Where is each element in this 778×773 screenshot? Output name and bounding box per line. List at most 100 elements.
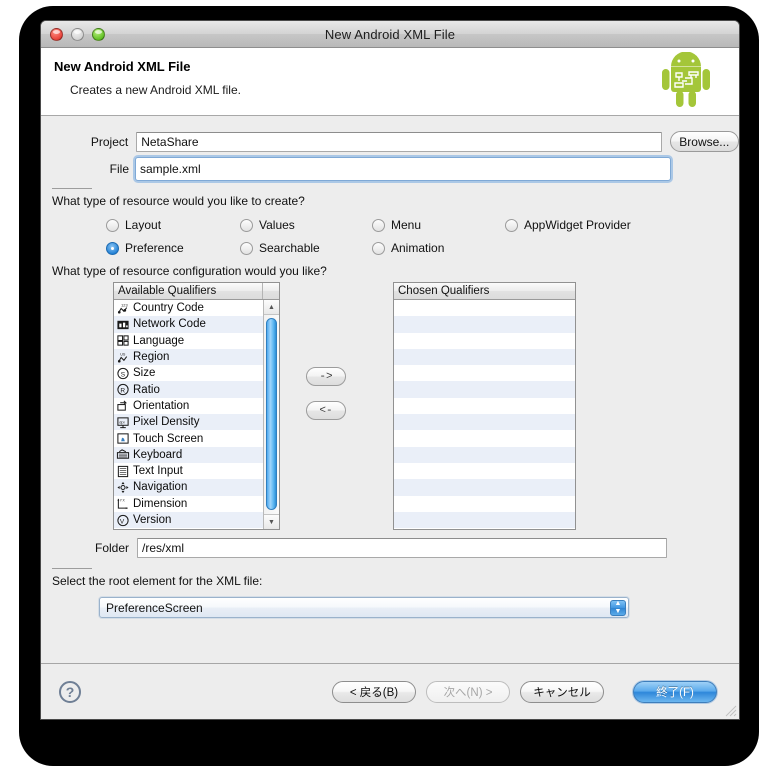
list-item-label: Ratio xyxy=(133,383,160,396)
radio-animation[interactable]: Animation xyxy=(372,241,444,255)
browse-button[interactable]: Browse... xyxy=(669,131,739,152)
project-row: Project NetaShare Browse... xyxy=(41,131,739,152)
list-item[interactable]: Y X Dimension xyxy=(114,496,279,512)
list-item[interactable]: Orientation xyxy=(114,398,279,414)
back-button[interactable]: < 戻る(B) xyxy=(332,680,416,703)
remove-qualifier-button[interactable]: <- xyxy=(306,401,346,420)
radio-values-indicator xyxy=(240,218,253,232)
radio-preference[interactable]: Preference xyxy=(106,241,184,255)
svg-text:123: 123 xyxy=(121,302,127,307)
region-icon: US xyxy=(116,351,130,364)
radio-animation-indicator xyxy=(372,241,385,255)
table-row[interactable] xyxy=(394,479,575,496)
list-item[interactable]: dpi Pixel Density xyxy=(114,414,279,431)
project-label: Project xyxy=(90,134,129,149)
table-row[interactable] xyxy=(394,333,575,349)
radio-appwidget-provider-label: AppWidget Provider xyxy=(524,218,631,232)
window-controls xyxy=(50,27,105,41)
available-qualifiers-header: Available Qualifiers xyxy=(114,283,279,300)
add-qualifier-button[interactable]: -> xyxy=(306,367,346,386)
cancel-button[interactable]: キャンセル xyxy=(520,680,604,703)
file-label: File xyxy=(109,162,129,176)
radio-searchable-label: Searchable xyxy=(259,241,320,255)
radio-searchable-indicator xyxy=(240,241,253,255)
radio-values-label: Values xyxy=(259,218,295,232)
radio-preference-label: Preference xyxy=(125,241,184,255)
table-row[interactable] xyxy=(394,381,575,398)
list-item[interactable]: Language xyxy=(114,333,279,349)
table-row[interactable] xyxy=(394,300,575,316)
chevron-updown-icon[interactable]: ▲ ▼ xyxy=(610,600,626,616)
list-item[interactable]: R Ratio xyxy=(114,381,279,398)
radio-menu-indicator xyxy=(372,218,385,232)
scroll-up-arrow-icon[interactable]: ▲ xyxy=(264,300,279,315)
list-item-label: Dimension xyxy=(133,497,188,510)
resize-grip-icon[interactable] xyxy=(723,703,737,717)
svg-text:V: V xyxy=(120,518,125,525)
list-item[interactable]: Keyboard xyxy=(114,446,279,463)
chosen-qualifiers-header: Chosen Qualifiers xyxy=(394,283,575,300)
window-titlebar: New Android XML File xyxy=(41,21,739,48)
radio-searchable[interactable]: Searchable xyxy=(240,241,320,255)
list-item[interactable]: Navigation xyxy=(114,479,279,496)
zoom-light[interactable] xyxy=(92,27,105,41)
available-qualifiers-scrollbar[interactable]: ▲ ▼ xyxy=(263,300,279,529)
pixel-density-icon: dpi xyxy=(116,416,130,429)
resource-type-question: What type of resource would you like to … xyxy=(52,194,305,208)
radio-animation-label: Animation xyxy=(391,241,445,255)
table-row[interactable] xyxy=(394,496,575,512)
list-item[interactable]: Text Input xyxy=(114,463,279,479)
folder-input[interactable]: /res/xml xyxy=(137,538,667,558)
available-qualifiers-list[interactable]: Available Qualifiers 123 Country Code Netw… xyxy=(113,282,280,530)
table-row[interactable] xyxy=(394,414,575,431)
list-item-label: Touch Screen xyxy=(133,432,204,445)
table-row[interactable] xyxy=(394,511,575,529)
ratio-icon: R xyxy=(116,383,130,396)
list-item-label: Language xyxy=(133,334,185,347)
table-row[interactable] xyxy=(394,430,575,446)
list-item-label: Region xyxy=(133,351,170,364)
list-item[interactable]: Network Code xyxy=(114,316,279,333)
list-item-label: Country Code xyxy=(133,302,204,315)
list-item[interactable]: S Size xyxy=(114,365,279,381)
radio-values[interactable]: Values xyxy=(240,218,295,232)
radio-appwidget-provider[interactable]: AppWidget Provider xyxy=(505,218,631,232)
list-item[interactable]: US Region xyxy=(114,348,279,366)
radio-menu[interactable]: Menu xyxy=(372,218,421,232)
orientation-icon xyxy=(116,399,130,412)
close-light[interactable] xyxy=(50,27,63,41)
list-item[interactable]: 123 Country Code xyxy=(114,300,279,316)
qualifiers-question: What type of resource configuration woul… xyxy=(52,264,327,278)
minimize-light[interactable] xyxy=(71,27,84,41)
wizard-heading: New Android XML File xyxy=(54,59,191,74)
list-item[interactable]: V Version xyxy=(114,511,279,529)
size-icon: S xyxy=(116,367,130,380)
table-row[interactable] xyxy=(394,348,575,366)
file-input[interactable]: sample.xml xyxy=(135,157,671,181)
table-row[interactable] xyxy=(394,316,575,333)
chosen-qualifiers-rows xyxy=(394,300,575,529)
network-code-icon xyxy=(116,318,130,331)
list-item[interactable]: Touch Screen xyxy=(114,430,279,446)
touch-screen-icon xyxy=(116,432,130,445)
finish-button[interactable]: 終了(F) xyxy=(633,680,717,703)
list-item-label: Keyboard xyxy=(133,448,183,461)
list-item-label: Size xyxy=(133,367,156,380)
chosen-qualifiers-list[interactable]: Chosen Qualifiers xyxy=(393,282,576,530)
radio-layout[interactable]: Layout xyxy=(106,218,161,232)
svg-text:US: US xyxy=(120,352,126,356)
list-item-label: Pixel Density xyxy=(133,416,200,429)
project-input[interactable]: NetaShare xyxy=(136,131,662,152)
dialog-body: Project NetaShare Browse... File sample.… xyxy=(41,116,739,663)
version-icon: V xyxy=(116,514,130,527)
scroll-down-arrow-icon[interactable]: ▼ xyxy=(264,514,279,529)
table-row[interactable] xyxy=(394,463,575,479)
help-button[interactable]: ? xyxy=(59,680,81,703)
file-row: File sample.xml xyxy=(41,157,739,181)
table-row[interactable] xyxy=(394,446,575,463)
chosen-qualifiers-header-label: Chosen Qualifiers xyxy=(398,285,490,297)
table-row[interactable] xyxy=(394,365,575,381)
scrollbar-thumb[interactable] xyxy=(266,318,277,510)
table-row[interactable] xyxy=(394,398,575,414)
root-element-select[interactable]: PreferenceScreen ▲ ▼ xyxy=(99,597,629,618)
